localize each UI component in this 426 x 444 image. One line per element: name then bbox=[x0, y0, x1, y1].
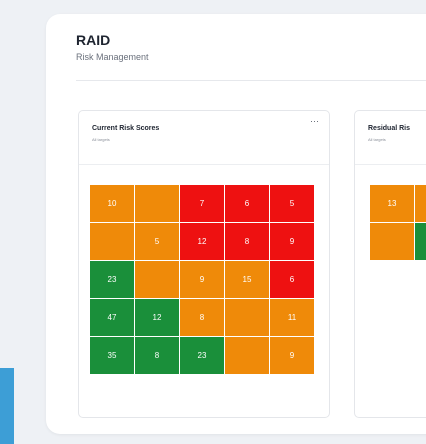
risk-cell[interactable]: 13 bbox=[370, 185, 414, 222]
side-accent-bar bbox=[0, 368, 14, 444]
risk-matrix: 10 7 6 5 5 12 8 9 23 9 15 6 47 12 8 11 35 8 23 9 bbox=[90, 185, 314, 374]
risk-cell[interactable]: 15 bbox=[225, 261, 269, 298]
card-subtitle: All targets bbox=[92, 137, 110, 142]
risk-cell[interactable] bbox=[90, 223, 134, 260]
risk-matrix: 13954 bbox=[370, 185, 426, 260]
card-subtitle: All targets bbox=[368, 137, 386, 142]
risk-cell[interactable]: 7 bbox=[180, 185, 224, 222]
risk-cell[interactable]: 10 bbox=[90, 185, 134, 222]
risk-cell[interactable] bbox=[415, 223, 426, 260]
risk-cell[interactable]: 11 bbox=[270, 299, 314, 336]
risk-cell[interactable]: 5 bbox=[135, 223, 179, 260]
risk-cell[interactable]: 23 bbox=[180, 337, 224, 374]
residual-risk-card: Residual Ris All targets 13954 bbox=[354, 110, 426, 418]
risk-cell[interactable]: 9 bbox=[270, 337, 314, 374]
risk-cell[interactable]: 9 bbox=[270, 223, 314, 260]
more-options-icon[interactable]: ··· bbox=[310, 117, 319, 126]
risk-cell[interactable] bbox=[225, 299, 269, 336]
card-title: Current Risk Scores bbox=[92, 125, 160, 132]
raid-panel: RAID Risk Management Current Risk Scores… bbox=[46, 14, 426, 434]
risk-cell[interactable] bbox=[415, 185, 426, 222]
header-divider bbox=[76, 80, 426, 81]
risk-cell[interactable]: 9 bbox=[180, 261, 224, 298]
current-risk-scores-card: Current Risk Scores All targets ··· 10 7 6… bbox=[78, 110, 330, 418]
risk-cell[interactable]: 12 bbox=[180, 223, 224, 260]
risk-cell[interactable]: 6 bbox=[225, 185, 269, 222]
card-divider bbox=[355, 164, 426, 165]
risk-cell[interactable]: 12 bbox=[135, 299, 179, 336]
risk-cell[interactable] bbox=[370, 223, 414, 260]
risk-cell[interactable]: 8 bbox=[135, 337, 179, 374]
risk-cell[interactable]: 8 bbox=[225, 223, 269, 260]
risk-cell[interactable]: 5 bbox=[270, 185, 314, 222]
risk-cell[interactable]: 6 bbox=[270, 261, 314, 298]
risk-cell[interactable]: 35 bbox=[90, 337, 134, 374]
risk-cell[interactable]: 8 bbox=[180, 299, 224, 336]
card-divider bbox=[79, 164, 329, 165]
risk-cell[interactable] bbox=[135, 261, 179, 298]
page-subtitle: Risk Management bbox=[76, 52, 149, 62]
risk-cell[interactable] bbox=[225, 337, 269, 374]
risk-cell[interactable]: 23 bbox=[90, 261, 134, 298]
risk-cell[interactable]: 47 bbox=[90, 299, 134, 336]
card-title: Residual Ris bbox=[368, 125, 411, 132]
risk-cell[interactable] bbox=[135, 185, 179, 222]
page-title: RAID bbox=[76, 32, 111, 48]
